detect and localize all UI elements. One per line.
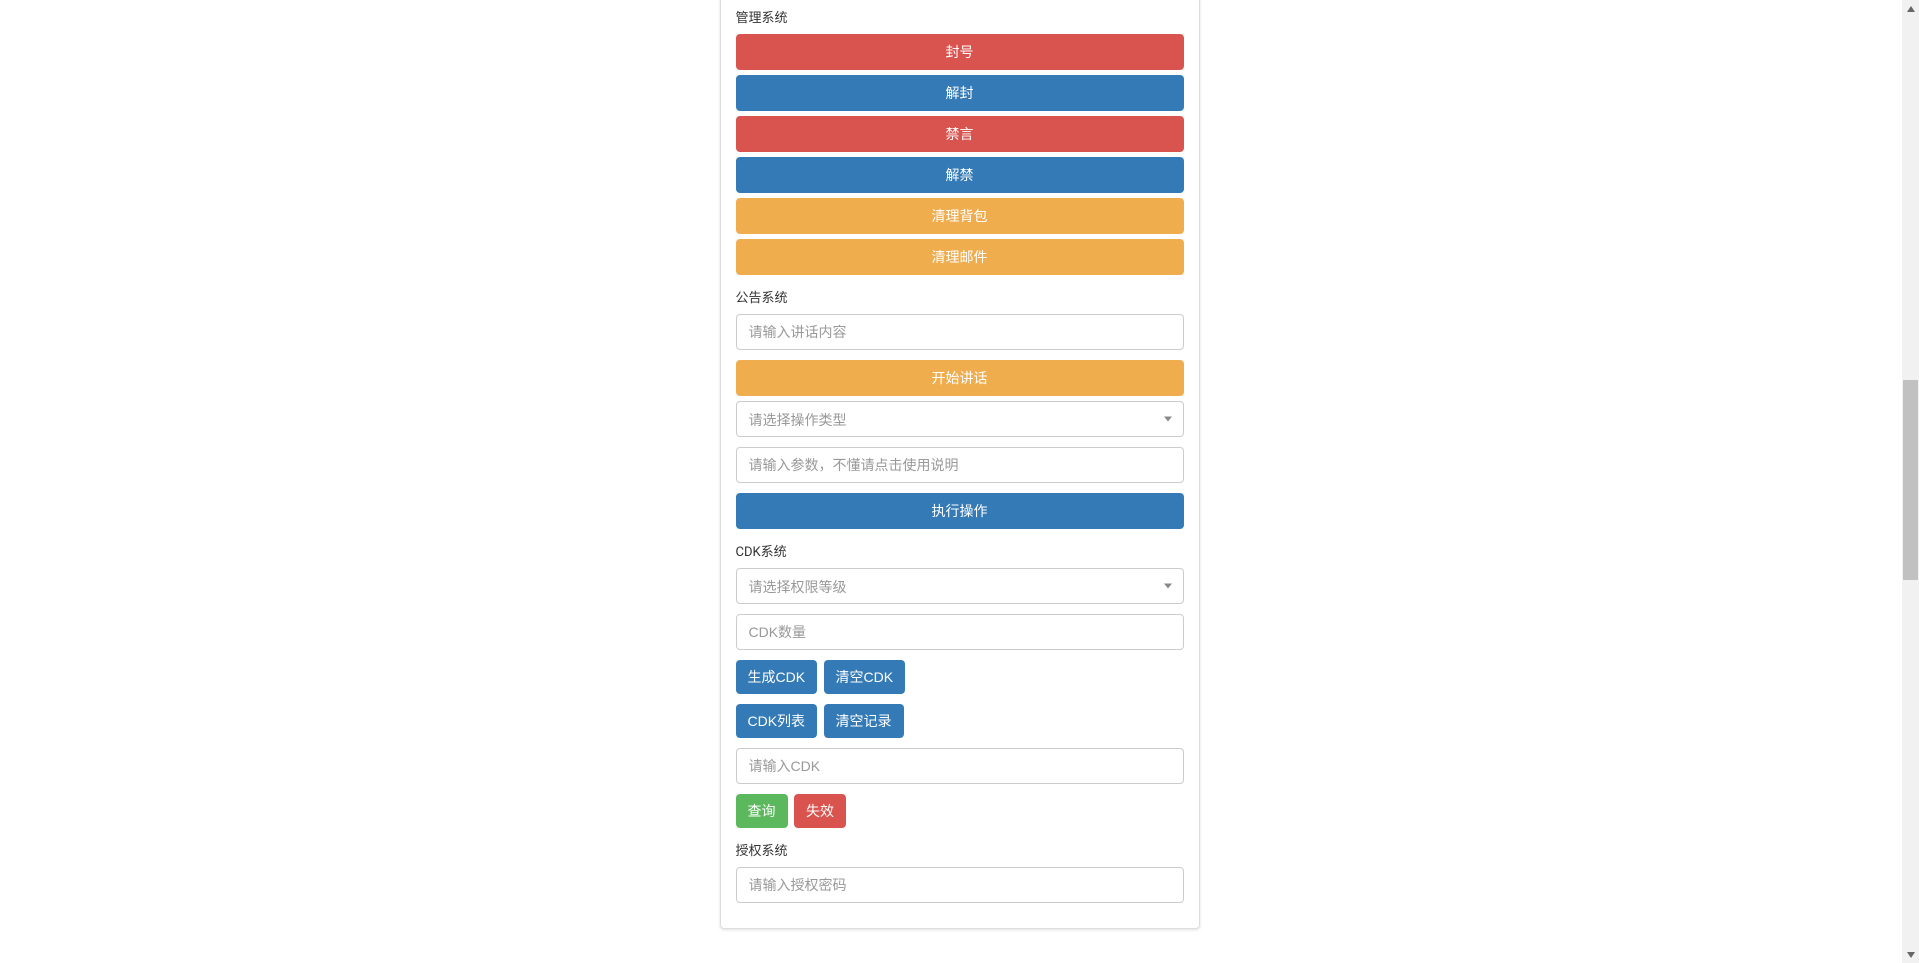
scrollbar-down-arrow-icon[interactable]	[1902, 946, 1919, 963]
unmute-button[interactable]: 解禁	[736, 157, 1184, 193]
announcement-section-label: 公告系统	[736, 287, 1184, 306]
query-button[interactable]: 查询	[736, 794, 788, 828]
cdk-list-button[interactable]: CDK列表	[736, 704, 818, 738]
generate-cdk-button[interactable]: 生成CDK	[736, 660, 818, 694]
invalidate-button[interactable]: 失效	[794, 794, 846, 828]
start-speak-button[interactable]: 开始讲话	[736, 360, 1184, 396]
ban-button[interactable]: 封号	[736, 34, 1184, 70]
clear-bag-button[interactable]: 清理背包	[736, 198, 1184, 234]
unban-button[interactable]: 解封	[736, 75, 1184, 111]
scrollbar-thumb[interactable]	[1903, 380, 1918, 580]
clear-mail-button[interactable]: 清理邮件	[736, 239, 1184, 275]
cdk-level-select-label: 请选择权限等级	[736, 568, 1184, 604]
admin-panel: 管理系统 封号 解封 禁言 解禁 清理背包 清理邮件 公告系统 开始讲话 请选择…	[720, 0, 1200, 929]
operation-type-select-label: 请选择操作类型	[736, 401, 1184, 437]
operation-type-select[interactable]: 请选择操作类型	[736, 401, 1184, 437]
mute-button[interactable]: 禁言	[736, 116, 1184, 152]
scrollbar-up-arrow-icon[interactable]	[1902, 0, 1919, 17]
cdk-level-select[interactable]: 请选择权限等级	[736, 568, 1184, 604]
auth-section-label: 授权系统	[736, 840, 1184, 859]
vertical-scrollbar[interactable]	[1902, 0, 1919, 963]
announcement-content-input[interactable]	[736, 314, 1184, 350]
clear-cdk-button[interactable]: 清空CDK	[824, 660, 906, 694]
cdk-section-label: CDK系统	[736, 541, 1184, 560]
management-section-label: 管理系统	[736, 7, 1184, 26]
execute-operation-button[interactable]: 执行操作	[736, 493, 1184, 529]
cdk-quantity-input[interactable]	[736, 614, 1184, 650]
auth-password-input[interactable]	[736, 867, 1184, 903]
params-input[interactable]	[736, 447, 1184, 483]
cdk-input[interactable]	[736, 748, 1184, 784]
clear-record-button[interactable]: 清空记录	[824, 704, 904, 738]
